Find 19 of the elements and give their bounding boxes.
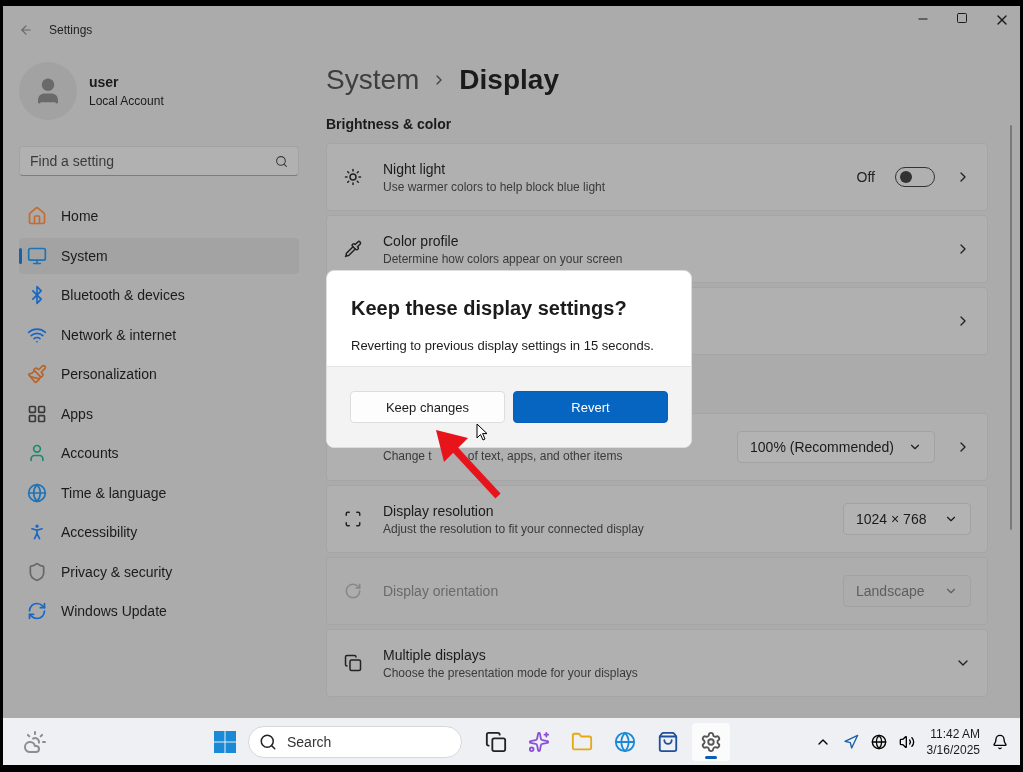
setting-title: Multiple displays bbox=[383, 646, 487, 663]
account-type: Local Account bbox=[89, 94, 164, 108]
dialog-message: Reverting to previous display settings in 15 seconds. bbox=[351, 338, 655, 353]
setting-description: Choose the presentation mode for your displays bbox=[383, 665, 639, 680]
section-heading: Brightness & color bbox=[326, 116, 453, 134]
account-name: user bbox=[89, 74, 120, 90]
setting-title: Display orientation bbox=[383, 583, 500, 599]
setting-description: Change t bbox=[383, 449, 432, 463]
setting-title: Display resolution bbox=[383, 502, 495, 519]
window-title: Settings bbox=[49, 23, 93, 37]
setting-description: of text, apps, and other items bbox=[467, 449, 623, 463]
page-title: Display bbox=[459, 64, 559, 96]
setting-description: Adjust the resolution to fit your connected display bbox=[383, 521, 645, 536]
dialog-title: Keep these display settings? bbox=[351, 297, 628, 320]
setting-title: Color profile bbox=[383, 232, 460, 249]
setting-title: Night light bbox=[383, 160, 447, 177]
toggle-state-label: Off bbox=[856, 169, 875, 185]
setting-description: Use warmer colors to help block blue light bbox=[383, 179, 607, 194]
setting-description: Determine how colors appear on your screen bbox=[383, 251, 624, 266]
